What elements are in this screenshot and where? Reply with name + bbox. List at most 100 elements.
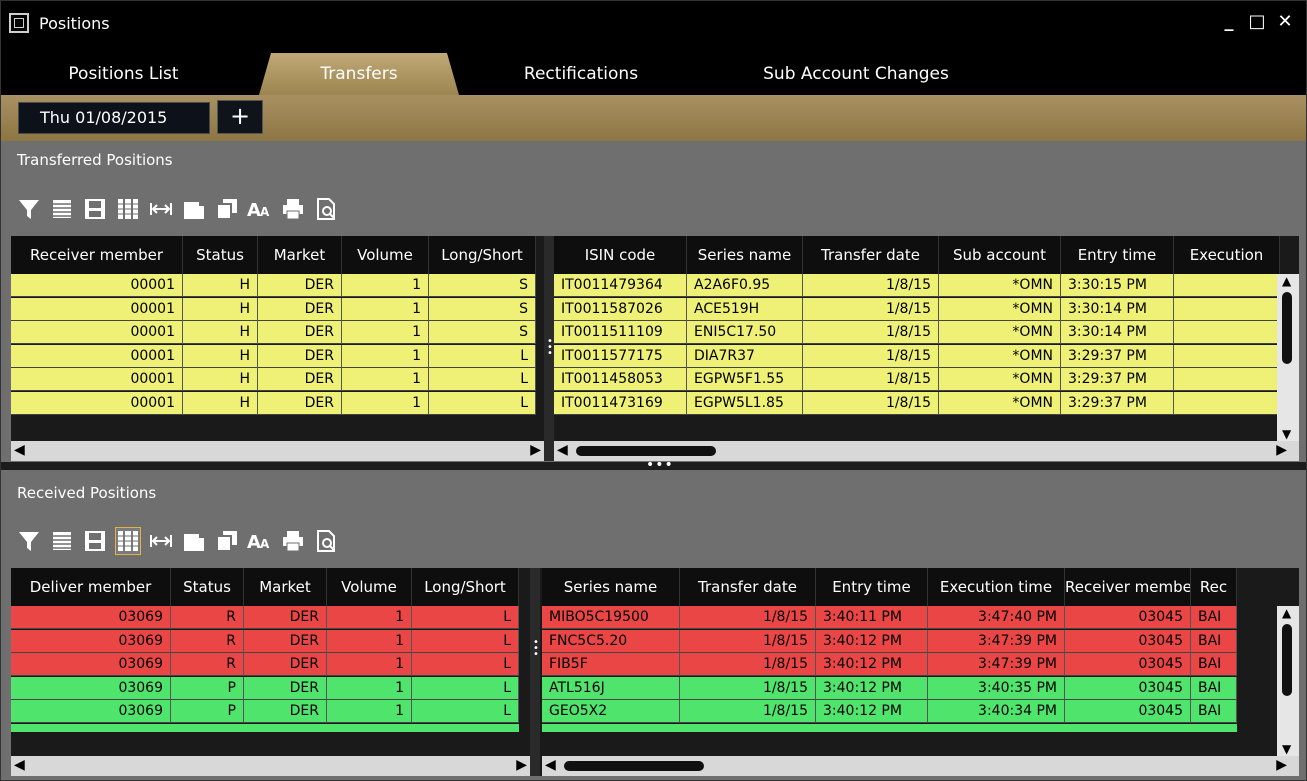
fit-width-icon[interactable] [148, 195, 174, 223]
column-header[interactable]: Sub account [939, 236, 1061, 274]
scroll-right-icon[interactable]: ▶ [1276, 757, 1287, 773]
scroll-left-icon[interactable]: ◀ [545, 757, 556, 773]
scroll-left-icon[interactable]: ◀ [557, 442, 568, 458]
table-row[interactable]: IT0011587026 ACE519H 1/8/15 *OMN 3:30:14 PM [554, 297, 1280, 321]
column-header[interactable]: Volume [342, 236, 429, 274]
column-header[interactable]: Rec [1191, 568, 1237, 606]
table-row[interactable]: 00001 H DER 1 S [11, 297, 536, 321]
add-button[interactable]: + [217, 100, 263, 134]
column-header[interactable]: Receiver member [11, 236, 183, 274]
filter-icon[interactable] [16, 195, 42, 223]
table-row[interactable]: 03069 R DER 1 L [11, 629, 519, 653]
column-header[interactable]: Transfer date [680, 568, 816, 606]
columns-icon[interactable] [115, 195, 141, 223]
table-cell: 3:40:12 PM [816, 653, 928, 676]
table-row[interactable]: 00001 H DER 1 L [11, 368, 536, 391]
column-header[interactable]: Receiver member [1065, 568, 1191, 606]
table-row[interactable]: IT0011511109 ENI5C17.50 1/8/15 *OMN 3:30:14 … [554, 321, 1280, 344]
tab-positions-list[interactable]: Positions List [31, 53, 216, 95]
scroll-down-icon[interactable]: ▼ [1282, 742, 1291, 756]
print-icon[interactable] [280, 195, 306, 223]
font-size-icon[interactable]: AA [247, 527, 273, 555]
vertical-scrollbar[interactable]: ▲ ▼ [1277, 606, 1299, 756]
column-header[interactable]: ISIN code [554, 236, 687, 274]
column-header[interactable]: Deliver member [11, 568, 171, 606]
filter-icon[interactable] [16, 527, 42, 555]
table-row[interactable]: 00001 H DER 1 L [11, 344, 536, 368]
scroll-left-icon[interactable]: ◀ [14, 442, 25, 458]
column-header[interactable]: Series name [687, 236, 803, 274]
save-icon[interactable] [82, 527, 108, 555]
tab-rectifications[interactable]: Rectifications [491, 53, 671, 95]
column-header[interactable]: Execution time [928, 568, 1065, 606]
export-icon[interactable] [313, 527, 339, 555]
received-title: Received Positions [17, 484, 157, 502]
column-header[interactable]: Series name [542, 568, 680, 606]
table-row[interactable]: 00001 H DER 1 S [11, 274, 536, 297]
table-row[interactable]: ATL516J 1/8/15 3:40:12 PM 3:40:35 PM 03045 BA… [542, 676, 1237, 700]
list-icon[interactable] [49, 527, 75, 555]
table-row[interactable]: MIBO5C19500 1/8/15 3:40:11 PM 3:47:40 PM 030… [542, 606, 1237, 629]
date-picker[interactable]: Thu 01/08/2015 [18, 102, 210, 134]
columns-icon[interactable] [115, 527, 141, 555]
vertical-splitter[interactable]: • • • [530, 568, 540, 776]
tab-sub-account-changes[interactable]: Sub Account Changes [741, 53, 971, 95]
table-row[interactable]: 03069 P DER 1 L [11, 676, 519, 700]
save-icon[interactable] [82, 195, 108, 223]
table-row[interactable]: FNC5C5.20 1/8/15 3:40:12 PM 3:47:39 PM 03045… [542, 629, 1237, 653]
scroll-left-icon[interactable]: ◀ [14, 757, 25, 773]
vertical-scrollbar[interactable]: ▲ ▼ [1277, 274, 1299, 441]
table-row[interactable]: 03069 P DER 1 L [11, 700, 519, 723]
duplicate-icon[interactable] [214, 527, 240, 555]
minimize-icon[interactable]: _ [1220, 11, 1238, 32]
table-row[interactable]: GEO5X2 1/8/15 3:40:12 PM 3:40:34 PM 03045 BAI [542, 700, 1237, 723]
copy-icon[interactable] [181, 527, 207, 555]
scroll-right-icon[interactable]: ▶ [516, 757, 527, 773]
copy-icon[interactable] [181, 195, 207, 223]
column-header[interactable]: Market [258, 236, 342, 274]
column-header[interactable]: Status [171, 568, 244, 606]
table-row[interactable]: IT0011577175 DIA7R37 1/8/15 *OMN 3:29:37 PM [554, 344, 1280, 368]
scroll-up-icon[interactable]: ▲ [1282, 274, 1291, 288]
table-row[interactable]: 00001 H DER 1 S [11, 321, 536, 344]
table-row[interactable]: IT0011473169 EGPW5L1.85 1/8/15 *OMN 3:29:37 … [554, 391, 1280, 415]
scroll-thumb[interactable] [1282, 624, 1292, 696]
left-horizontal-scrollbar[interactable]: ◀ ▶ [11, 756, 530, 776]
scroll-right-icon[interactable]: ▶ [1276, 442, 1287, 458]
maximize-icon[interactable]: □ [1248, 11, 1266, 32]
font-size-icon[interactable]: AA [247, 195, 273, 223]
vertical-splitter[interactable]: • • • [544, 236, 554, 461]
column-header[interactable]: Long/Short [429, 236, 536, 274]
scroll-up-icon[interactable]: ▲ [1282, 606, 1291, 620]
right-horizontal-scrollbar[interactable]: ◀ ▶ [542, 756, 1299, 776]
scroll-down-icon[interactable]: ▼ [1282, 427, 1291, 441]
column-header[interactable]: Execution [1174, 236, 1280, 274]
column-header[interactable]: Volume [327, 568, 412, 606]
column-header[interactable]: Transfer date [803, 236, 939, 274]
list-icon[interactable] [49, 195, 75, 223]
table-row[interactable]: FIB5F 1/8/15 3:40:12 PM 3:47:39 PM 03045 BAI [542, 653, 1237, 676]
table-row[interactable]: IT0011458053 EGPW5F1.55 1/8/15 *OMN 3:29:37 … [554, 368, 1280, 391]
fit-width-icon[interactable] [148, 527, 174, 555]
scroll-right-icon[interactable]: ▶ [530, 442, 541, 458]
tab-transfers[interactable]: Transfers [259, 53, 459, 95]
print-icon[interactable] [280, 527, 306, 555]
scroll-thumb[interactable] [576, 446, 716, 456]
svg-text:A: A [260, 537, 270, 551]
horizontal-splitter[interactable]: ••• [1, 457, 1306, 473]
scroll-thumb[interactable] [564, 761, 704, 771]
duplicate-icon[interactable] [214, 195, 240, 223]
scroll-thumb[interactable] [1282, 292, 1292, 364]
table-row[interactable]: IT0011479364 A2A6F0.95 1/8/15 *OMN 3:30:15 P… [554, 274, 1280, 297]
export-icon[interactable] [313, 195, 339, 223]
left-horizontal-scrollbar[interactable]: ◀ ▶ [11, 441, 544, 461]
column-header[interactable]: Long/Short [412, 568, 519, 606]
table-row[interactable]: 03069 R DER 1 L [11, 653, 519, 676]
close-icon[interactable]: ✕ [1276, 11, 1294, 32]
column-header[interactable]: Entry time [816, 568, 928, 606]
table-row[interactable]: 03069 R DER 1 L [11, 606, 519, 629]
column-header[interactable]: Entry time [1061, 236, 1174, 274]
column-header[interactable]: Market [244, 568, 327, 606]
table-row[interactable]: 00001 H DER 1 L [11, 391, 536, 415]
column-header[interactable]: Status [183, 236, 258, 274]
